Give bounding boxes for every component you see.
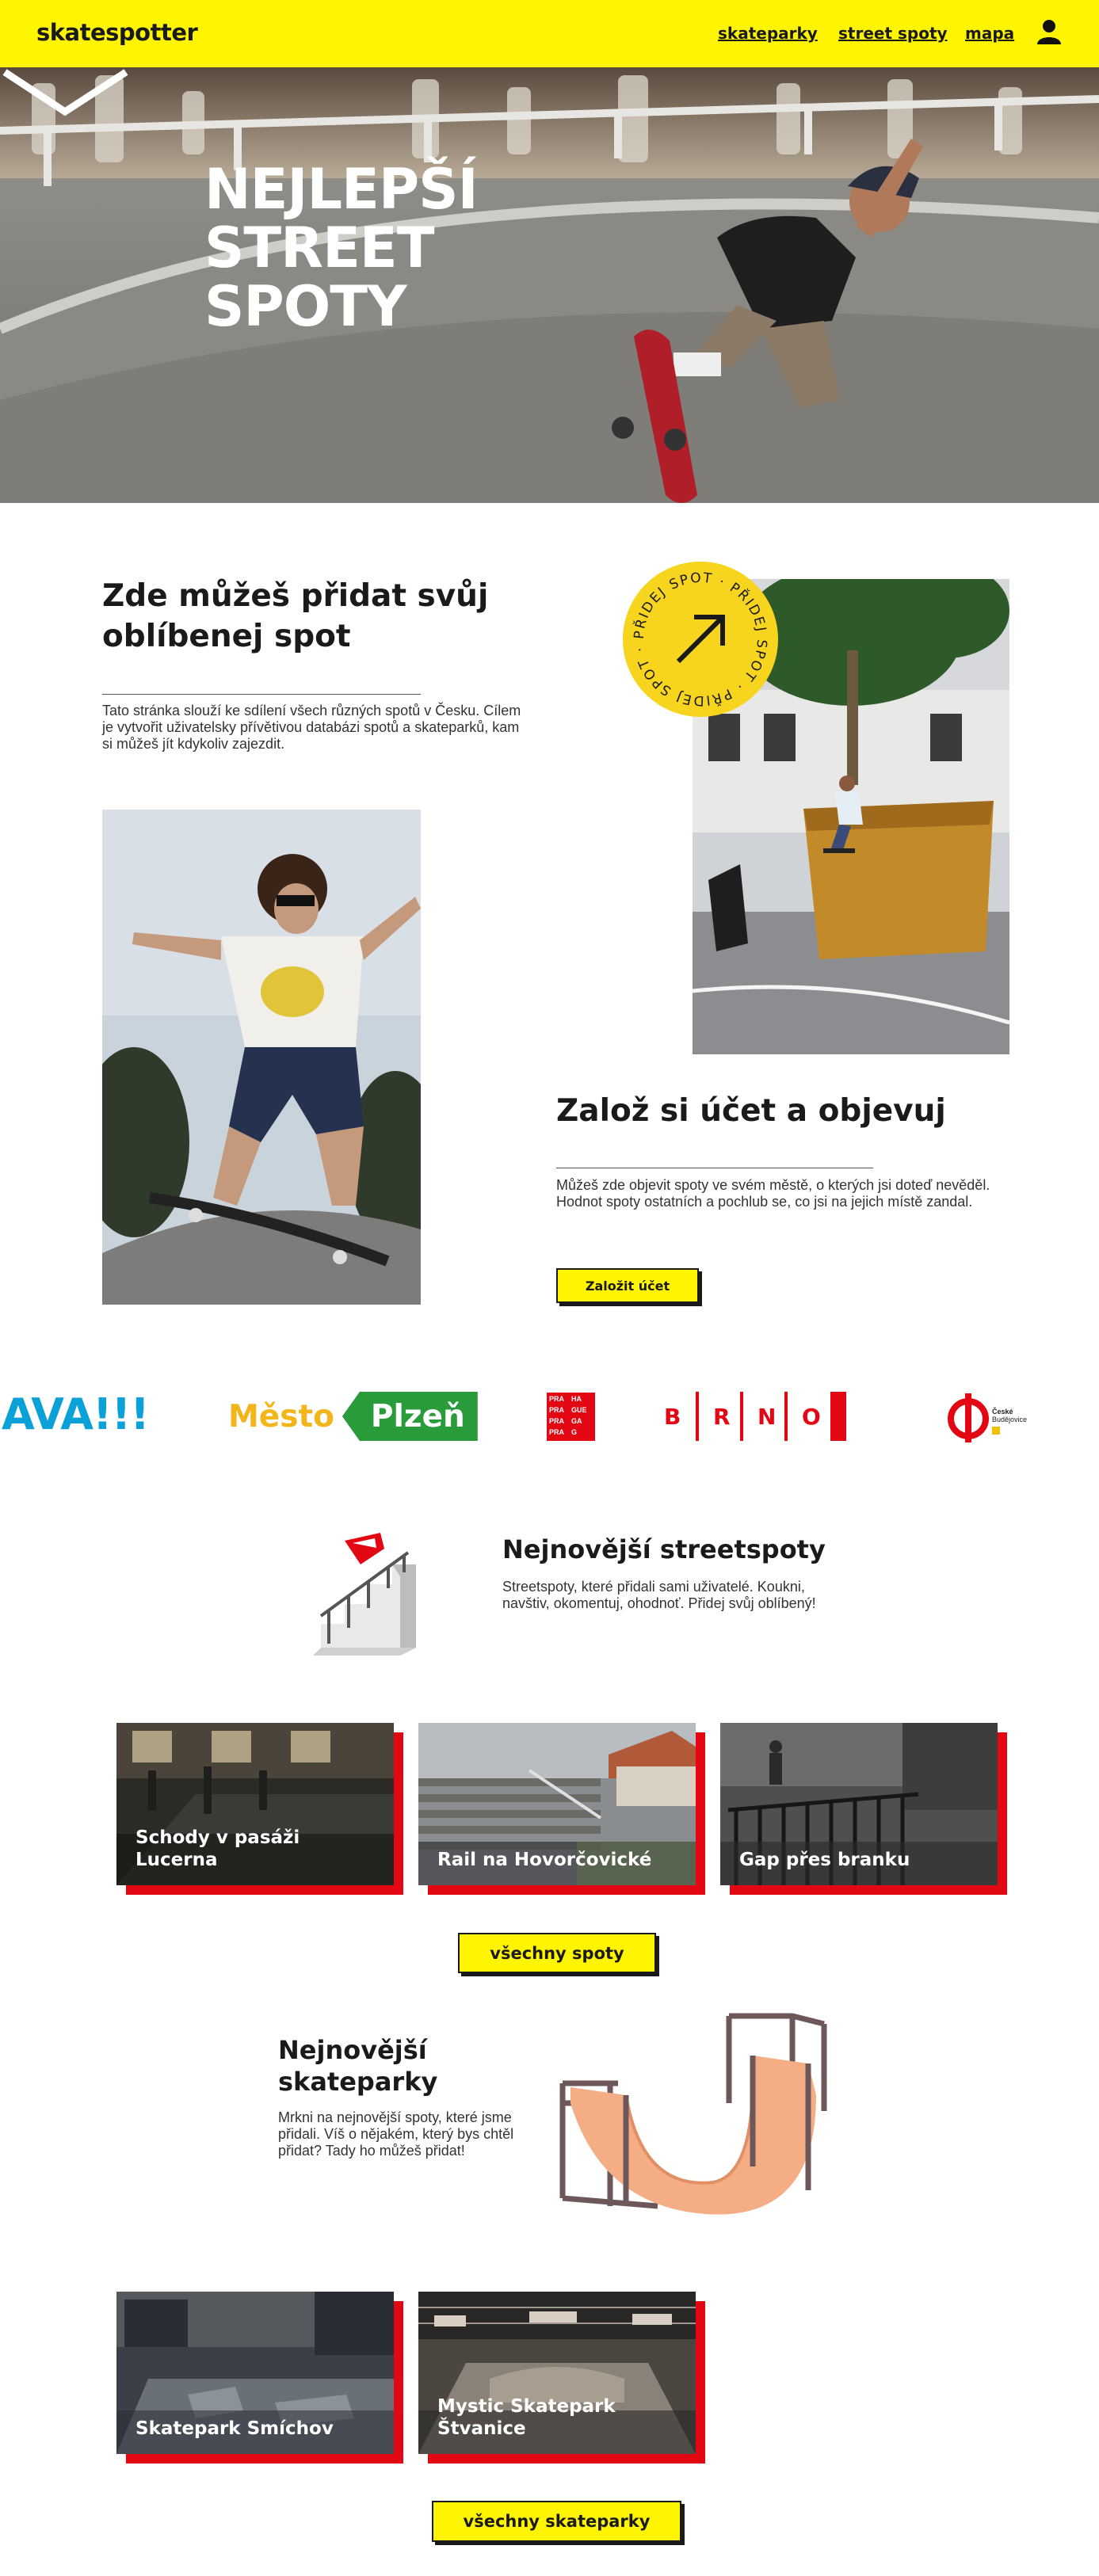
card-title: Rail na Hovorčovické [437,1850,652,1870]
brno-logo-letter: R [713,1403,731,1430]
spot-card[interactable]: Gap přes branku [720,1723,1007,1895]
stairs-rail-icon [313,1533,416,1656]
nav-link-skateparky[interactable]: skateparky [718,24,818,43]
praha-logo-cell: PRA [549,1406,565,1414]
plzen-logo: Město Plzeň [228,1392,478,1441]
praha-logo-cell: G [571,1428,578,1436]
praha-logo: PRA HA PRA GUE PRA GA PRA G [547,1393,595,1441]
brno-logo-letter: N [757,1403,777,1430]
account-title: Založ si účet a objevuj [556,1093,946,1129]
brno-logo-letter: O [802,1403,821,1430]
photo-skater-bowl [102,810,421,1305]
brno-logo-letter: B [664,1403,681,1430]
user-icon[interactable] [1035,17,1063,46]
card-title: Mystic Skatepark Štvanice [437,2396,616,2439]
parks-text: Mrkni na nejnovější spoty, které jsme př… [278,2109,514,2159]
ceske-budejovice-emblem [948,1393,989,1442]
plzen-logo-name: Plzeň [370,1398,465,1435]
all-spots-button[interactable]: všechny spoty [458,1933,656,1973]
nav-link-street-spoty[interactable]: street spoty [838,24,948,43]
intro-text: Tato stránka slouží ke sdílení všech růz… [102,703,521,752]
hero-title-line: STREET [204,215,434,280]
hero-title-line: SPOTY [204,274,407,339]
ceske-budejovice-text: České Budějovice [992,1408,1027,1423]
brand-logo[interactable]: skatespotter [36,19,198,46]
spot-card[interactable]: Rail na Hovorčovické [418,1723,705,1895]
parks-title: Nejnovější skateparky [278,2035,438,2097]
brno-logo-block [830,1392,846,1441]
card-title: Skatepark Smíchov [135,2418,334,2439]
spot-card[interactable]: Schody v pasáži Lucerna [116,1723,403,1895]
create-account-button[interactable]: Založit účet [556,1268,699,1303]
plzen-logo-badge: Plzeň [342,1392,478,1441]
card-title: Gap přes branku [739,1850,910,1870]
chevron-down-icon[interactable] [0,67,131,119]
top-navbar: skatespotter skateparky street spoty map… [0,0,1099,67]
halfpipe-ramp-icon [559,2013,827,2215]
praha-logo-cell: GA [571,1417,582,1425]
streetspots-title: Nejnovější streetspoty [502,1534,826,1564]
park-card[interactable]: Skatepark Smíchov [116,2292,403,2464]
add-spot-badge[interactable]: PŘIDEJ SPOT · PŘIDEJ SPOT · PŘIDEJ SPOT … [621,560,780,718]
ceske-budejovice-dot [992,1427,1000,1435]
streetspots-text: Streetspoty, které přidali sami uživatel… [502,1579,816,1611]
ceske-budejovice-line: Budějovice [992,1416,1028,1423]
praha-logo-cell: HA [571,1395,582,1403]
plzen-logo-city: Město [228,1398,334,1435]
park-card[interactable]: Mystic Skatepark Štvanice [418,2292,705,2464]
praha-logo-cell: PRA [549,1395,565,1403]
brno-logo-bar [784,1392,788,1441]
nav-link-mapa[interactable]: mapa [965,24,1014,43]
intro-divider [102,694,421,695]
brno-logo: B R N O [664,1392,876,1441]
brno-logo-bar [740,1392,743,1441]
hero-banner: NEJLEPŠÍ STREET SPOTY [0,67,1099,503]
brno-logo-bar [696,1392,699,1441]
account-text: Můžeš zde objevit spoty ve svém městě, o… [556,1177,990,1210]
card-title: Schody v pasáži Lucerna [135,1827,300,1870]
all-parks-button[interactable]: všechny skateparky [432,2501,681,2542]
praha-logo-cell: PRA [549,1417,565,1425]
praha-logo-cell: PRA [549,1428,565,1436]
ava-logo: AVA!!! [2,1389,150,1439]
praha-logo-cell: GUE [571,1406,587,1414]
intro-title: Zde můžeš přidat svůj oblíbenej spot [102,578,489,654]
ceske-budejovice-line: České [992,1408,1013,1416]
ceske-budejovice-logo: České Budějovice [948,1390,1027,1442]
ava-logo-text: AVA!!! [2,1389,150,1439]
hero-title: NEJLEPŠÍ STREET SPOTY [204,160,616,336]
hero-title-line: NEJLEPŠÍ [204,157,479,222]
